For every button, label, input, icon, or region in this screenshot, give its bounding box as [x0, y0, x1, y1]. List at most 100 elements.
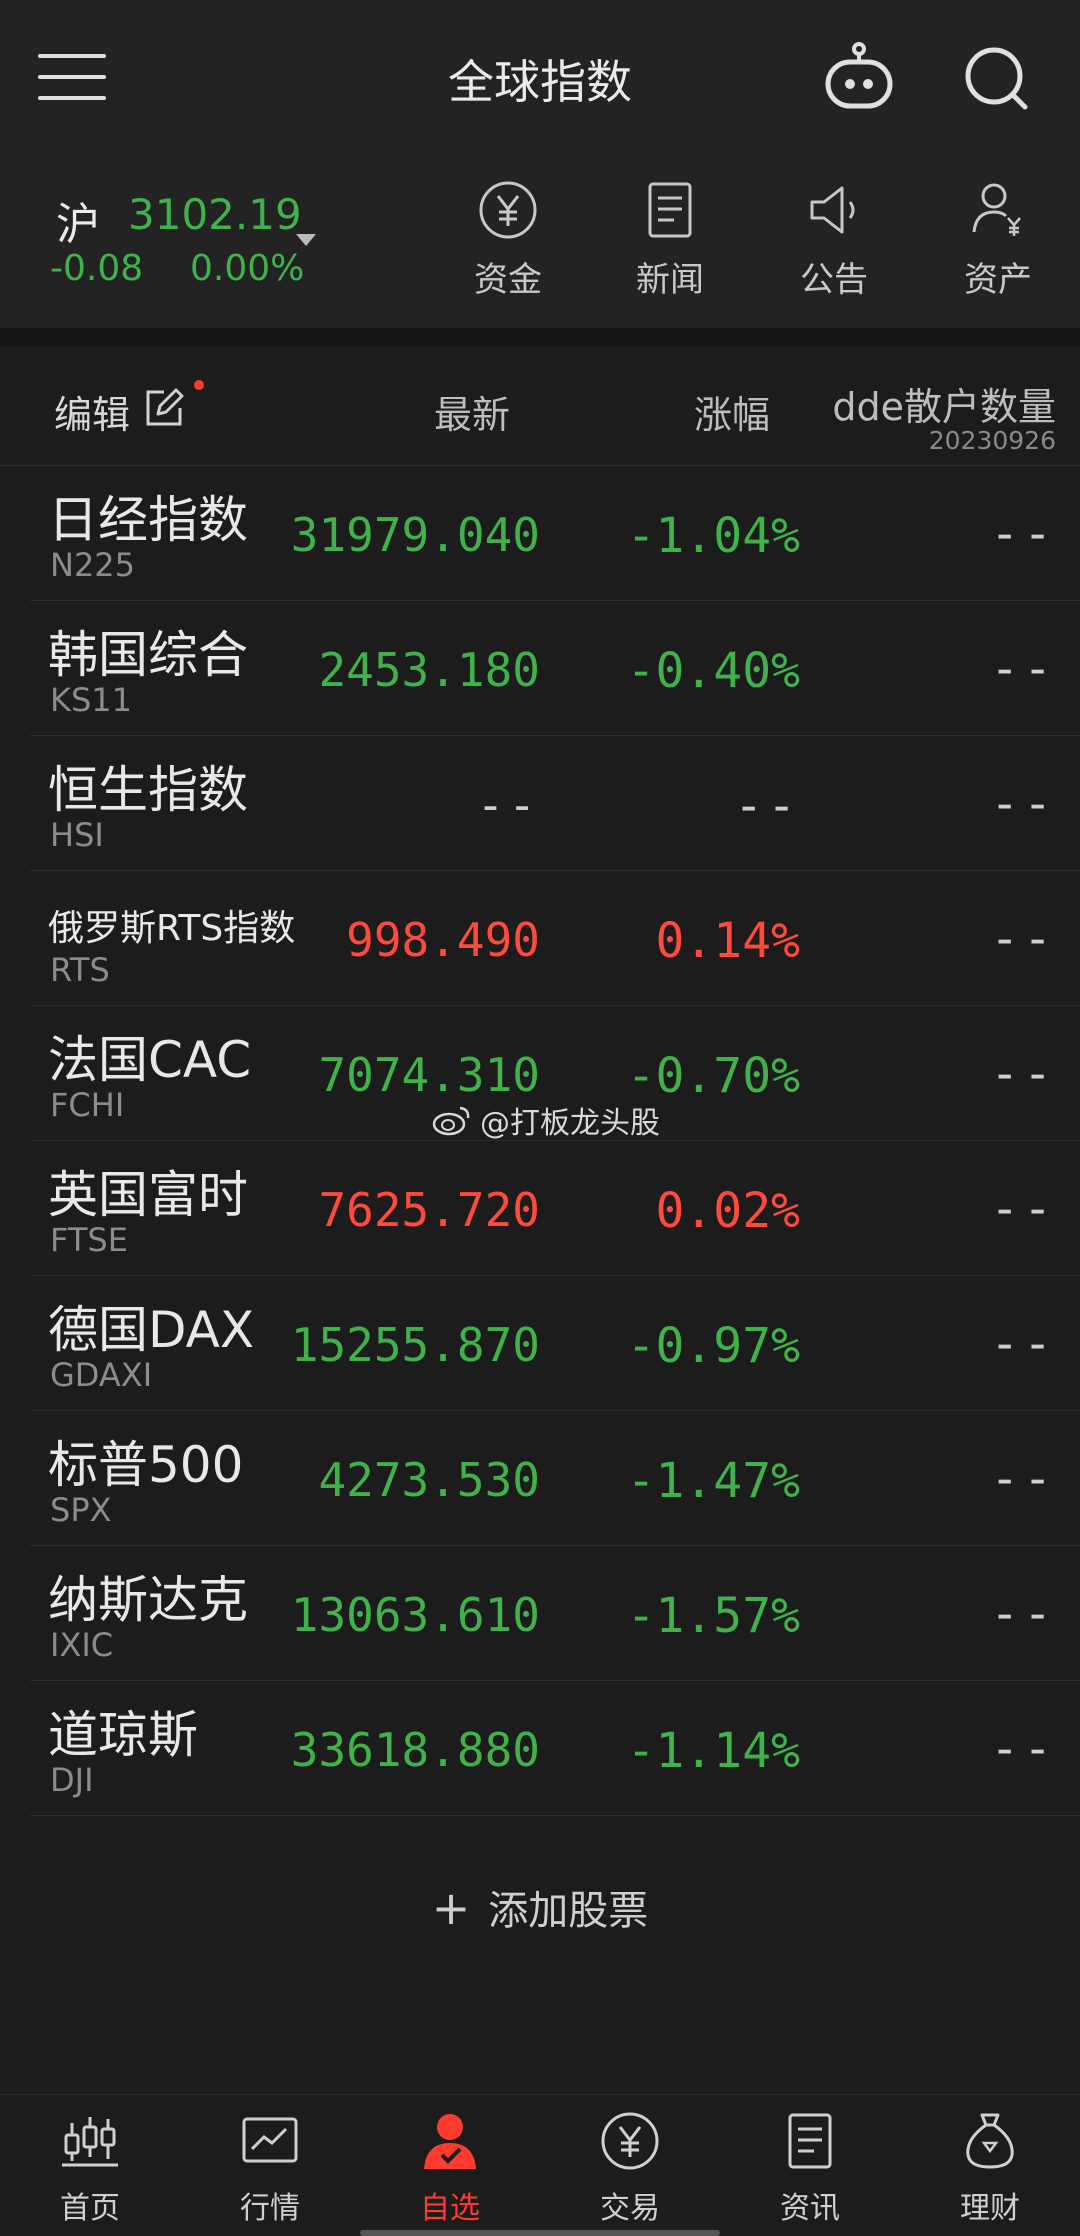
yuan-circle-icon: [479, 181, 537, 239]
index-price: 7625.720: [318, 1183, 540, 1237]
user-check-icon: [424, 2114, 476, 2169]
tab-trade[interactable]: 交易: [540, 2109, 720, 2227]
table-row[interactable]: 日经指数 N225 31979.040 -1.04% --: [30, 466, 1080, 601]
tab-label: 行情: [240, 2191, 300, 2226]
section-divider: [0, 328, 1080, 346]
index-name: 英国富时: [48, 1166, 248, 1224]
index-dde: --: [990, 1451, 1056, 1507]
tab-market[interactable]: 行情: [180, 2109, 360, 2227]
weibo-icon: [432, 1106, 470, 1136]
tab-news[interactable]: 资讯: [720, 2109, 900, 2227]
caret-down-icon[interactable]: [296, 234, 316, 246]
table-row[interactable]: 恒生指数 HSI -- -- --: [30, 736, 1080, 871]
index-code: FCHI: [50, 1086, 125, 1124]
tab-wealth[interactable]: 理财: [900, 2109, 1080, 2227]
market-value: 3102.19: [128, 190, 302, 239]
index-dde: --: [990, 1316, 1056, 1372]
edit-pencil-icon[interactable]: [142, 386, 186, 430]
index-price: 33618.880: [290, 1723, 540, 1777]
money-bag-icon: [966, 2113, 1014, 2169]
quick-action-label: 资产: [964, 260, 1032, 300]
index-name: 道琼斯: [48, 1706, 198, 1764]
index-code: IXIC: [50, 1626, 114, 1664]
index-name: 韩国综合: [48, 626, 248, 684]
index-price: 2453.180: [318, 643, 540, 697]
tab-watchlist[interactable]: 自选: [360, 2109, 540, 2227]
quick-action-news[interactable]: 新闻: [600, 178, 740, 301]
tab-home[interactable]: 首页: [0, 2109, 180, 2227]
index-dde: --: [990, 1586, 1056, 1642]
table-row[interactable]: 德国DAX GDAXI 15255.870 -0.97% --: [30, 1276, 1080, 1411]
quick-action-label: 资金: [474, 260, 542, 300]
index-name: 纳斯达克: [48, 1571, 248, 1629]
speaker-icon: [810, 186, 855, 234]
table-row[interactable]: 标普500 SPX 4273.530 -1.47% --: [30, 1411, 1080, 1546]
index-name: 法国CAC: [48, 1031, 252, 1089]
index-dde: --: [990, 641, 1056, 697]
index-dde: --: [990, 911, 1056, 967]
quick-action-announcements[interactable]: 公告: [764, 178, 904, 301]
index-change-pct: 0.02%: [655, 1183, 801, 1239]
column-latest[interactable]: 最新: [434, 384, 510, 439]
index-change-pct: --: [734, 778, 800, 834]
index-dde: --: [990, 776, 1056, 832]
bottom-tab-bar: 首页 行情 自选 交易 资讯 理财: [0, 2094, 1080, 2236]
chart-line-icon: [242, 2117, 298, 2163]
table-row[interactable]: 韩国综合 KS11 2453.180 -0.40% --: [30, 601, 1080, 736]
index-change-pct: -0.97%: [626, 1318, 800, 1374]
index-price: 13063.610: [290, 1588, 540, 1642]
quick-action-assets[interactable]: 资产: [928, 178, 1068, 301]
watermark: @打板龙头股: [432, 1098, 660, 1142]
index-price: 7074.310: [318, 1048, 540, 1102]
index-price: 4273.530: [318, 1453, 540, 1507]
robot-assistant-icon[interactable]: [822, 40, 896, 114]
user-asset-icon: [972, 183, 1021, 236]
index-change-pct: -1.04%: [626, 508, 800, 564]
index-name: 德国DAX: [48, 1301, 255, 1359]
index-name: 俄罗斯RTS指数: [48, 908, 296, 949]
table-row[interactable]: 英国富时 FTSE 7625.720 0.02% --: [30, 1141, 1080, 1276]
tab-label: 自选: [420, 2191, 480, 2226]
index-change-pct: -1.14%: [626, 1723, 800, 1779]
table-row[interactable]: 纳斯达克 IXIC 13063.610 -1.57% --: [30, 1546, 1080, 1681]
market-summary[interactable]: 沪 3102.19 -0.08 0.00% 资金 新闻 公告 资产: [0, 158, 1080, 328]
market-change: -0.08: [50, 248, 144, 289]
index-code: DJI: [50, 1761, 94, 1799]
index-name: 标普500: [48, 1436, 244, 1494]
add-stock-button[interactable]: + 添加股票: [0, 1878, 1080, 1936]
search-icon[interactable]: [962, 44, 1030, 112]
index-code: FTSE: [50, 1221, 128, 1259]
candlestick-icon: [62, 2117, 118, 2167]
home-indicator[interactable]: [360, 2230, 720, 2236]
index-code: KS11: [50, 681, 133, 719]
news-document-icon: [648, 182, 692, 238]
index-change-pct: -1.57%: [626, 1588, 800, 1644]
index-name: 恒生指数: [48, 761, 248, 819]
table-row[interactable]: 道琼斯 DJI 33618.880 -1.14% --: [30, 1681, 1080, 1816]
quick-action-label: 公告: [800, 260, 868, 300]
tab-label: 首页: [60, 2191, 120, 2226]
quick-action-funds[interactable]: 资金: [438, 178, 578, 301]
index-change-pct: 0.14%: [655, 913, 801, 969]
market-name: 沪: [56, 199, 100, 250]
quick-action-label: 新闻: [636, 260, 704, 300]
yuan-circle-icon: [601, 2112, 659, 2170]
tab-label: 理财: [960, 2191, 1020, 2226]
index-dde: --: [990, 1181, 1056, 1237]
plus-icon: +: [431, 1881, 471, 1935]
column-dde-date: 20230926: [928, 426, 1056, 455]
index-code: HSI: [50, 816, 104, 854]
tab-label: 交易: [600, 2191, 660, 2226]
index-dde: --: [990, 1046, 1056, 1102]
page-title: 全球指数: [448, 55, 632, 109]
index-code: N225: [50, 546, 136, 584]
index-name: 日经指数: [48, 491, 248, 549]
column-dde[interactable]: dde散户数量: [832, 376, 1056, 431]
table-row[interactable]: 俄罗斯RTS指数 RTS 998.490 0.14% --: [30, 871, 1080, 1006]
index-code: RTS: [50, 951, 110, 989]
column-header: 编辑 最新 涨幅 dde散户数量 20230926: [0, 346, 1080, 466]
column-change[interactable]: 涨幅: [694, 384, 770, 439]
add-stock-label: 添加股票: [488, 1888, 649, 1934]
index-code: SPX: [50, 1491, 112, 1529]
edit-button[interactable]: 编辑: [54, 384, 130, 439]
